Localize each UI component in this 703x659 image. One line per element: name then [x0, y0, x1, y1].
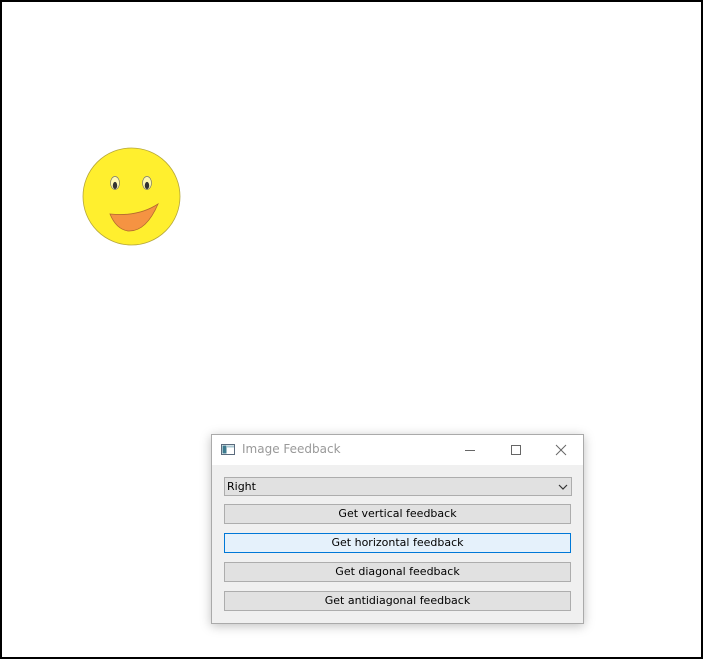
close-icon: [555, 444, 567, 456]
direction-select-value: Right: [227, 480, 256, 493]
get-diagonal-feedback-button[interactable]: Get diagonal feedback: [224, 562, 571, 582]
image-canvas: Image Feedback Right Get vertical feedba…: [0, 0, 703, 659]
image-feedback-window: Image Feedback Right Get vertical feedba…: [211, 434, 584, 624]
maximize-button[interactable]: [493, 435, 539, 465]
app-window-icon: [221, 444, 235, 455]
minimize-icon: [465, 450, 475, 451]
direction-select[interactable]: Right: [224, 477, 572, 496]
get-antidiagonal-feedback-button[interactable]: Get antidiagonal feedback: [224, 591, 571, 611]
left-pupil: [112, 181, 118, 190]
smiley-face-image: [82, 147, 181, 246]
get-horizontal-feedback-button[interactable]: Get horizontal feedback: [224, 533, 571, 553]
minimize-button[interactable]: [447, 435, 493, 465]
close-button[interactable]: [538, 435, 584, 465]
maximize-icon: [511, 445, 521, 455]
right-pupil: [144, 181, 150, 190]
get-vertical-feedback-button[interactable]: Get vertical feedback: [224, 504, 571, 524]
chevron-down-icon: [558, 484, 568, 490]
window-title: Image Feedback: [242, 442, 341, 456]
title-bar[interactable]: Image Feedback: [212, 435, 583, 465]
